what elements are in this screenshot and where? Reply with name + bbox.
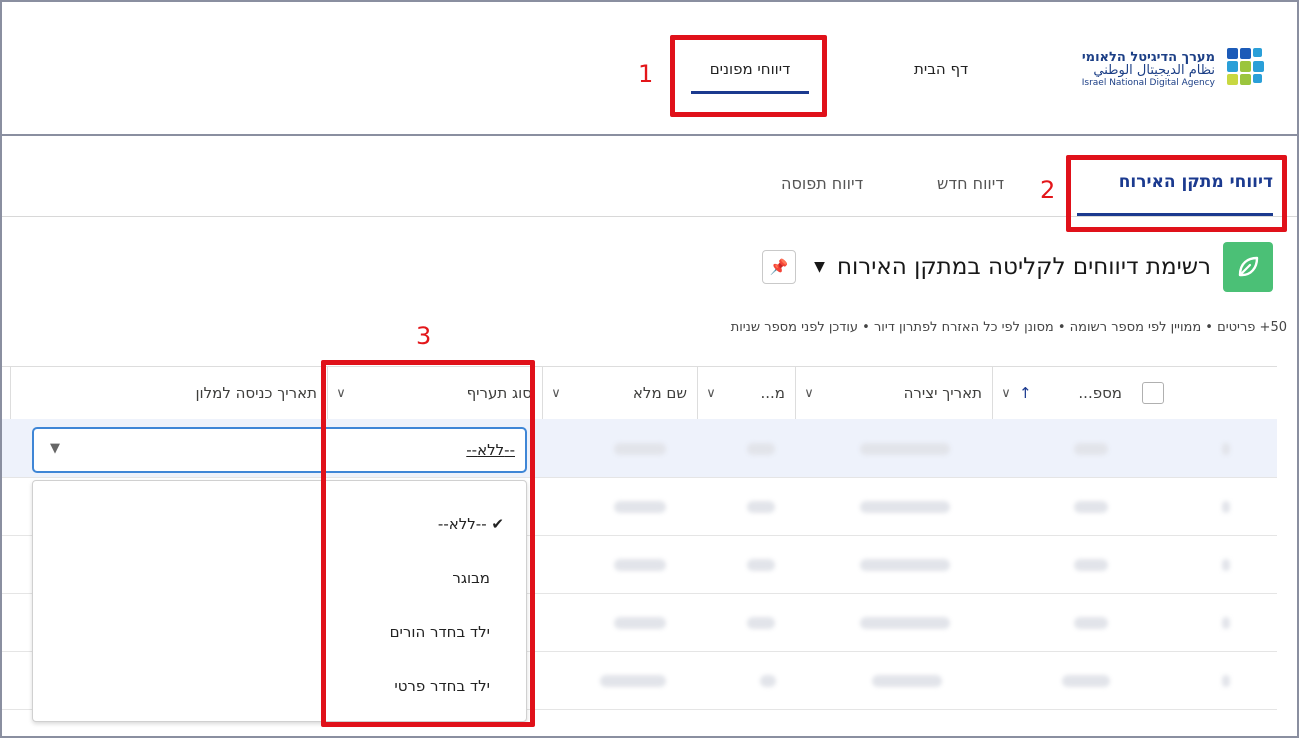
select-all-checkbox[interactable] [1142, 382, 1164, 404]
tab-new-report[interactable]: דיווח חדש [937, 174, 1004, 193]
column-label: מספ... [1078, 384, 1122, 402]
column-header-created-date[interactable]: תאריך יצירה ∨ [795, 367, 992, 419]
list-view-header: רשימת דיווחים לקליטה במתקן האירוח ▼ 📌 [762, 242, 1273, 292]
chevron-down-icon[interactable]: ∨ [796, 386, 822, 401]
list-view-switcher-icon[interactable]: ▼ [814, 259, 825, 275]
list-view-meta: 50+ פריטים • ממויין לפי מספר רשומה • מסו… [730, 320, 1287, 335]
column-header-m[interactable]: מ... ∨ [697, 367, 795, 419]
brand-name-he: מערך הדיגיטל הלאומי [1081, 49, 1215, 65]
leaf-icon [1223, 242, 1273, 292]
column-header-record-number[interactable]: מספ... ↑ ∨ [992, 367, 1132, 419]
chevron-down-icon[interactable]: ∨ [543, 386, 569, 401]
annotation-label-2: 2 [1040, 176, 1056, 204]
annotation-box-2 [1066, 155, 1287, 232]
column-label: מ... [760, 384, 786, 402]
list-view-title[interactable]: רשימת דיווחים לקליטה במתקן האירוח [837, 254, 1211, 280]
brand-logo[interactable]: מערך הדיגיטל הלאומי نظام الديجيتال الوطن… [1082, 46, 1275, 94]
chevron-down-icon[interactable]: ∨ [698, 386, 724, 401]
chevron-down-icon[interactable]: ∨ [993, 386, 1019, 401]
table-header: מספ... ↑ ∨ תאריך יצירה ∨ מ... ∨ שם מלא ∨… [2, 366, 1277, 420]
agency-logo-icon [1225, 46, 1275, 94]
pin-icon[interactable]: 📌 [762, 250, 797, 284]
annotation-box-3 [321, 360, 535, 727]
annotation-label-3: 3 [416, 322, 432, 350]
annotation-label-1: 1 [638, 60, 654, 88]
dropdown-arrow-icon[interactable]: ▼ [50, 441, 60, 456]
tab-occupancy-report[interactable]: דיווח תפוסה [781, 174, 863, 193]
column-label: שם מלא [632, 384, 687, 402]
brand-name-ar: نظام الديجيتال الوطني [1093, 62, 1215, 78]
column-header-full-name[interactable]: שם מלא ∨ [542, 367, 697, 419]
brand-name-en: Israel National Digital Agency [1081, 77, 1215, 88]
sort-ascending-icon[interactable]: ↑ [1019, 384, 1032, 402]
column-header-hotel-entry-date[interactable]: תאריך כניסה למלון [10, 367, 327, 419]
annotation-box-1 [670, 35, 827, 117]
column-label: תאריך יצירה [903, 384, 982, 402]
app-window: מערך הדיגיטל הלאומי نظام الديجيتال الوطن… [0, 0, 1299, 738]
column-label: תאריך כניסה למלון [195, 384, 317, 402]
nav-home[interactable]: דף הבית [914, 60, 968, 78]
